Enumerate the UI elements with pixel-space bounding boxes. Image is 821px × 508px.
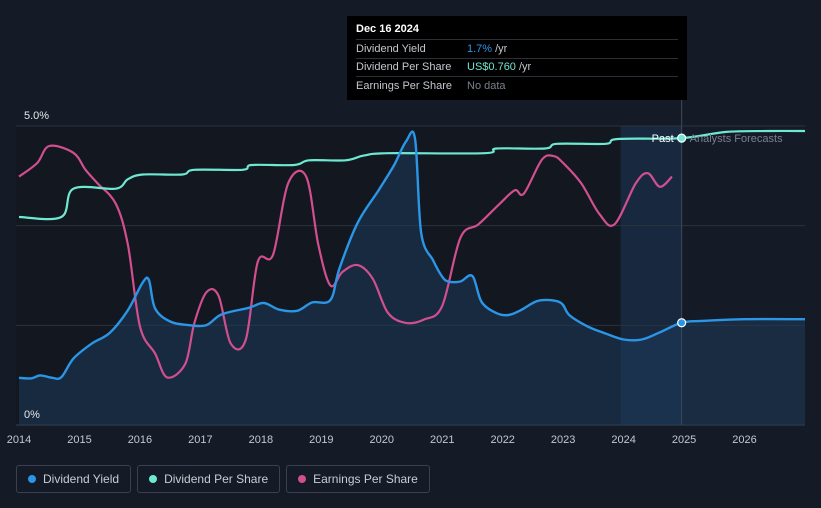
tooltip-row-dividend-per-share: Dividend Per Share US$0.760 /yr: [356, 57, 678, 77]
chart-legend: Dividend Yield Dividend Per Share Earnin…: [16, 465, 430, 493]
tooltip-label: Dividend Yield: [356, 42, 426, 55]
tooltip-label: Earnings Per Share: [356, 79, 452, 92]
legend-dot-icon: [298, 475, 307, 483]
x-tick-label: 2022: [490, 434, 514, 446]
tooltip-label: Dividend Per Share: [356, 61, 452, 74]
tooltip-unit: /yr: [518, 61, 532, 74]
x-tick-label: 2025: [672, 434, 696, 446]
x-tick-label: 2021: [430, 434, 454, 446]
x-tick-label: 2015: [67, 434, 91, 446]
x-tick-label: 2019: [309, 434, 333, 446]
past-label: Past: [652, 133, 674, 145]
legend-label: Earnings Per Share: [313, 472, 418, 486]
legend-item-dividend-per-share[interactable]: Dividend Per Share: [137, 465, 281, 493]
tooltip-value: US$0.760: [467, 61, 516, 74]
tooltip-row-earnings-per-share: Earnings Per Share No data: [356, 76, 678, 95]
tooltip-value: No data: [467, 79, 506, 92]
tooltip-row-dividend-yield: Dividend Yield 1.7% /yr: [356, 39, 678, 58]
x-tick-label: 2016: [128, 434, 152, 446]
y-tick-label: 0%: [24, 409, 40, 421]
tooltip-value: 1.7%: [467, 42, 493, 55]
tooltip-date: Dec 16 2024: [356, 23, 419, 35]
tooltip-unit: /yr: [495, 42, 508, 55]
legend-item-dividend-yield[interactable]: Dividend Yield: [16, 465, 132, 493]
legend-dot-icon: [28, 475, 36, 483]
x-tick-label: 2014: [7, 434, 31, 446]
x-tick-label: 2020: [370, 434, 394, 446]
x-tick-label: 2018: [249, 434, 273, 446]
dividend-yield-marker: [677, 318, 687, 328]
y-tick-label: 5.0%: [24, 110, 49, 122]
x-tick-label: 2023: [551, 434, 575, 446]
x-tick-label: 2026: [732, 434, 756, 446]
x-tick-label: 2017: [188, 434, 212, 446]
legend-dot-icon: [149, 475, 158, 483]
chart-tooltip: Dec 16 2024 Dividend Yield 1.7% /yr Divi…: [347, 16, 687, 100]
forecast-label: Analysts Forecasts: [690, 133, 783, 145]
legend-label: Dividend Per Share: [164, 472, 269, 486]
legend-item-earnings-per-share[interactable]: Earnings Per Share: [286, 465, 430, 493]
x-tick-label: 2024: [611, 434, 635, 446]
legend-label: Dividend Yield: [43, 472, 120, 486]
dividend-per-share-marker: [677, 133, 687, 143]
